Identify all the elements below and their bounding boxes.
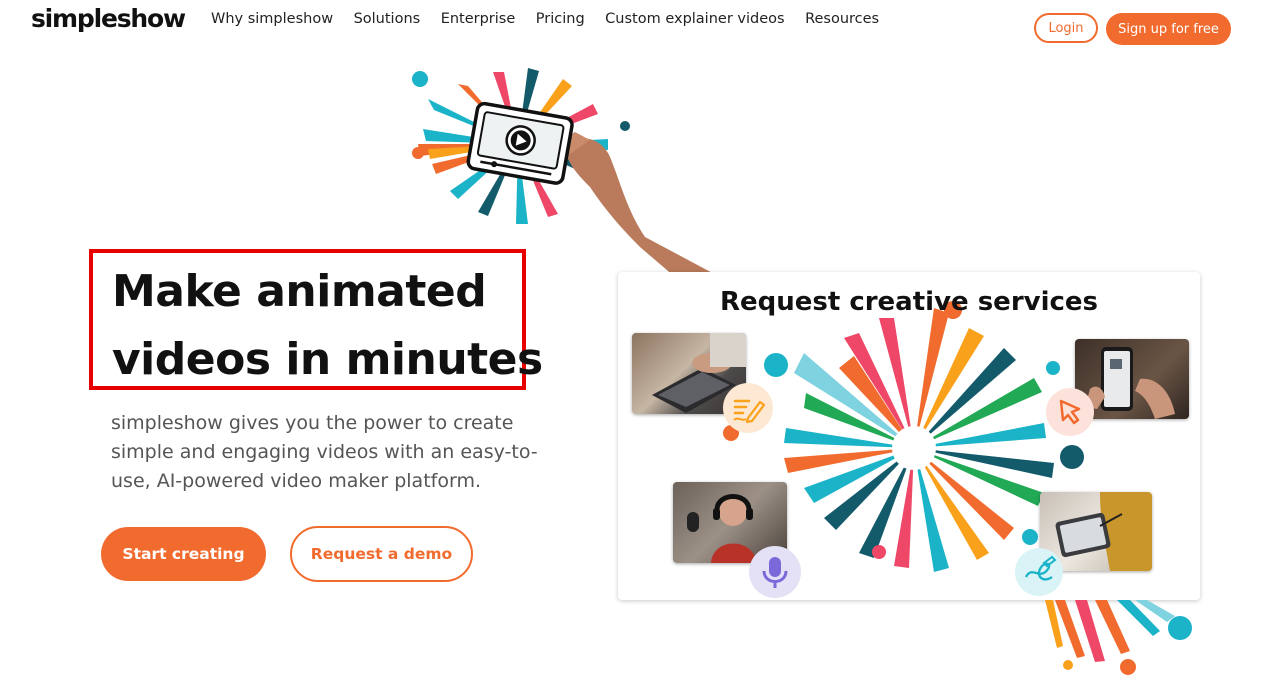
- hero-subtitle: simpleshow gives you the power to create…: [111, 412, 538, 492]
- main-nav: Why simpleshow Solutions Enterprise Pric…: [211, 11, 900, 27]
- signup-button[interactable]: Sign up for free: [1106, 13, 1231, 45]
- hero-title-line-2: videos in minutes: [112, 334, 543, 385]
- nav-enterprise[interactable]: Enterprise: [441, 11, 516, 27]
- microphone-icon: [749, 546, 801, 598]
- nav-why-simpleshow[interactable]: Why simpleshow: [211, 11, 333, 27]
- pointer-cursor-icon: [1046, 388, 1094, 436]
- hero-title-line-1: Make animated: [112, 266, 487, 317]
- bottom-burst-decoration: [1045, 600, 1192, 675]
- simpleshow-logo[interactable]: simpleshow: [31, 4, 186, 33]
- nav-custom-explainer-videos[interactable]: Custom explainer videos: [605, 11, 784, 27]
- hero-title: Make animated videos in minutes: [112, 258, 543, 394]
- login-button[interactable]: Login: [1034, 13, 1098, 43]
- request-demo-button[interactable]: Request a demo: [290, 526, 473, 582]
- writing-icon: [723, 383, 773, 433]
- start-creating-button[interactable]: Start creating: [101, 527, 266, 581]
- nav-pricing[interactable]: Pricing: [536, 11, 585, 27]
- nav-solutions[interactable]: Solutions: [354, 11, 421, 27]
- drawing-icon: [1015, 548, 1063, 596]
- nav-resources[interactable]: Resources: [805, 11, 879, 27]
- hand-tablet-illustration: [412, 68, 720, 277]
